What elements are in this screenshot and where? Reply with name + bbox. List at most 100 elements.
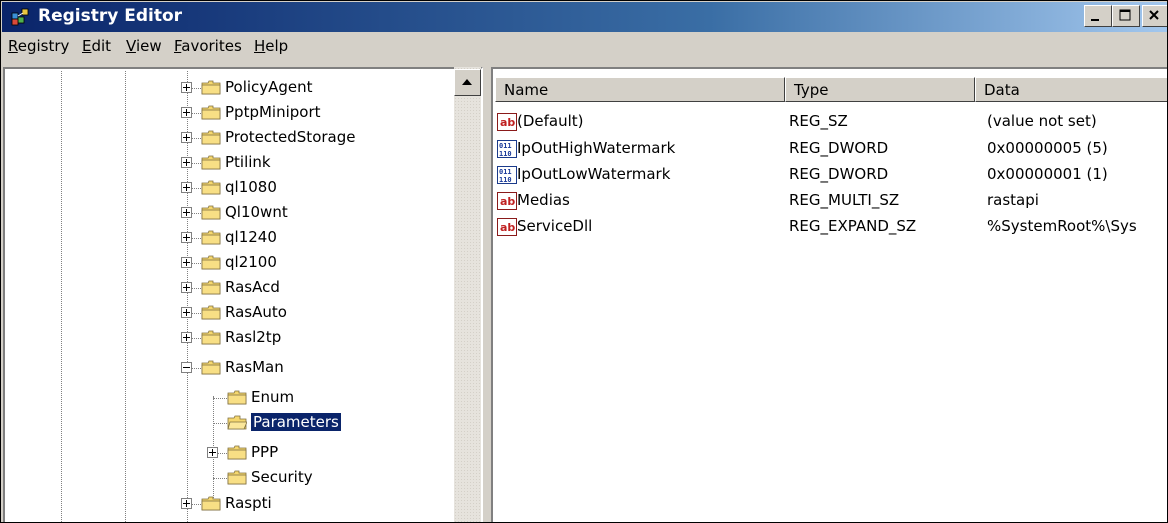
folder-icon <box>227 445 247 460</box>
expand-toggle[interactable] <box>181 498 192 509</box>
folder-icon <box>201 130 221 145</box>
tree-item-ql10wnt[interactable]: Ql10wnt <box>225 203 288 221</box>
svg-text:110: 110 <box>499 150 512 158</box>
pane-splitter[interactable] <box>483 67 491 522</box>
tree-connector <box>192 338 201 340</box>
tree-item-raspti[interactable]: Raspti <box>225 494 272 512</box>
folder-icon <box>201 205 221 220</box>
folder-icon <box>201 105 221 120</box>
expand-toggle[interactable] <box>181 282 192 293</box>
value-data: %SystemRoot%\Sys <box>987 217 1137 235</box>
value-name[interactable]: Medias <box>517 191 570 209</box>
tree-connector <box>192 138 201 140</box>
svg-text:011: 011 <box>499 142 512 150</box>
expand-toggle[interactable] <box>181 182 192 193</box>
tree-item-ql1080[interactable]: ql1080 <box>225 178 277 196</box>
expand-toggle[interactable] <box>181 107 192 118</box>
value-list-pane[interactable] <box>491 67 1167 522</box>
value-data: 0x00000005 (5) <box>987 139 1108 157</box>
tree-connector <box>192 113 201 115</box>
value-name[interactable]: IpOutHighWatermark <box>517 139 675 157</box>
expand-toggle[interactable] <box>181 207 192 218</box>
open-folder-icon <box>227 415 247 430</box>
folder-icon <box>201 280 221 295</box>
tree-item-ptilink[interactable]: Ptilink <box>225 153 271 171</box>
tree-connector <box>213 423 227 425</box>
tree-connector <box>192 504 201 506</box>
expand-toggle[interactable] <box>207 447 218 458</box>
title-bar[interactable]: Registry Editor <box>2 2 1167 32</box>
expand-toggle[interactable] <box>181 82 192 93</box>
tree-item-rasauto[interactable]: RasAuto <box>225 303 287 321</box>
expand-toggle[interactable] <box>181 257 192 268</box>
folder-icon <box>201 305 221 320</box>
tree-item-enum[interactable]: Enum <box>251 388 294 406</box>
value-data: rastapi <box>987 191 1039 209</box>
menu-favorites[interactable]: Favorites <box>174 37 242 55</box>
string-value-icon: ab <box>497 113 517 131</box>
folder-icon <box>201 180 221 195</box>
tree-scrollbar[interactable] <box>454 67 481 522</box>
value-type: REG_DWORD <box>789 165 889 183</box>
tree-item-rasl2tp[interactable]: Rasl2tp <box>225 328 281 346</box>
tree-item-rasacd[interactable]: RasAcd <box>225 278 280 296</box>
tree-item-pptpminiport[interactable]: PptpMiniport <box>225 103 321 121</box>
tree-connector <box>192 368 201 370</box>
tree-connector <box>192 213 201 215</box>
close-button[interactable] <box>1142 5 1167 27</box>
tree-item-ppp[interactable]: PPP <box>251 443 278 461</box>
expand-toggle[interactable] <box>181 232 192 243</box>
value-name[interactable]: IpOutLowWatermark <box>517 165 670 183</box>
expand-toggle[interactable] <box>181 307 192 318</box>
column-header-data[interactable]: Data <box>975 77 1167 102</box>
folder-icon <box>201 360 221 375</box>
svg-text:ab: ab <box>500 221 515 234</box>
tree-connector <box>213 398 227 400</box>
tree-item-ql2100[interactable]: ql2100 <box>225 253 277 271</box>
tree-connector <box>192 188 201 190</box>
tree-connector <box>192 263 201 265</box>
expand-toggle[interactable] <box>181 132 192 143</box>
value-name[interactable]: ServiceDll <box>517 217 592 235</box>
minimize-button[interactable] <box>1084 5 1112 27</box>
value-type: REG_SZ <box>789 112 848 130</box>
menu-view[interactable]: View <box>126 37 162 55</box>
expand-toggle[interactable] <box>181 157 192 168</box>
tree-item-security[interactable]: Security <box>251 468 313 486</box>
tree-item-ql1240[interactable]: ql1240 <box>225 228 277 246</box>
column-header-name[interactable]: Name <box>495 77 785 102</box>
folder-icon <box>201 330 221 345</box>
maximize-button[interactable] <box>1112 5 1140 27</box>
svg-text:ab: ab <box>500 195 515 208</box>
menu-bar: Registry Edit View Favorites Help <box>2 33 1167 59</box>
binary-value-icon: 011110 <box>497 166 517 184</box>
folder-icon <box>201 80 221 95</box>
minimize-icon <box>1091 19 1099 21</box>
close-icon <box>1149 10 1159 20</box>
tree-guide-line <box>125 71 127 522</box>
folder-icon <box>201 155 221 170</box>
expand-toggle[interactable] <box>181 332 192 343</box>
scroll-up-button[interactable] <box>454 69 481 96</box>
menu-registry[interactable]: Registry <box>8 37 69 55</box>
tree-item-parameters[interactable]: Parameters <box>250 412 342 432</box>
column-header-type[interactable]: Type <box>785 77 975 102</box>
tree-item-rasman[interactable]: RasMan <box>225 358 284 376</box>
tree-connector <box>192 88 201 90</box>
up-arrow-icon <box>462 79 472 85</box>
value-name[interactable]: (Default) <box>517 112 584 130</box>
value-type: REG_DWORD <box>789 139 889 157</box>
value-data: (value not set) <box>987 112 1097 130</box>
tree-connector <box>192 238 201 240</box>
collapse-toggle[interactable] <box>181 362 192 373</box>
menu-edit[interactable]: Edit <box>82 37 111 55</box>
value-data: 0x00000001 (1) <box>987 165 1108 183</box>
svg-text:110: 110 <box>499 176 512 184</box>
tree-item-policyagent[interactable]: PolicyAgent <box>225 78 313 96</box>
tree-connector <box>218 453 227 455</box>
tree-item-protectedstorage[interactable]: ProtectedStorage <box>225 128 355 146</box>
value-type: REG_MULTI_SZ <box>789 191 900 209</box>
folder-icon <box>201 255 221 270</box>
menu-help[interactable]: Help <box>254 37 288 55</box>
binary-value-icon: 011110 <box>497 140 517 158</box>
